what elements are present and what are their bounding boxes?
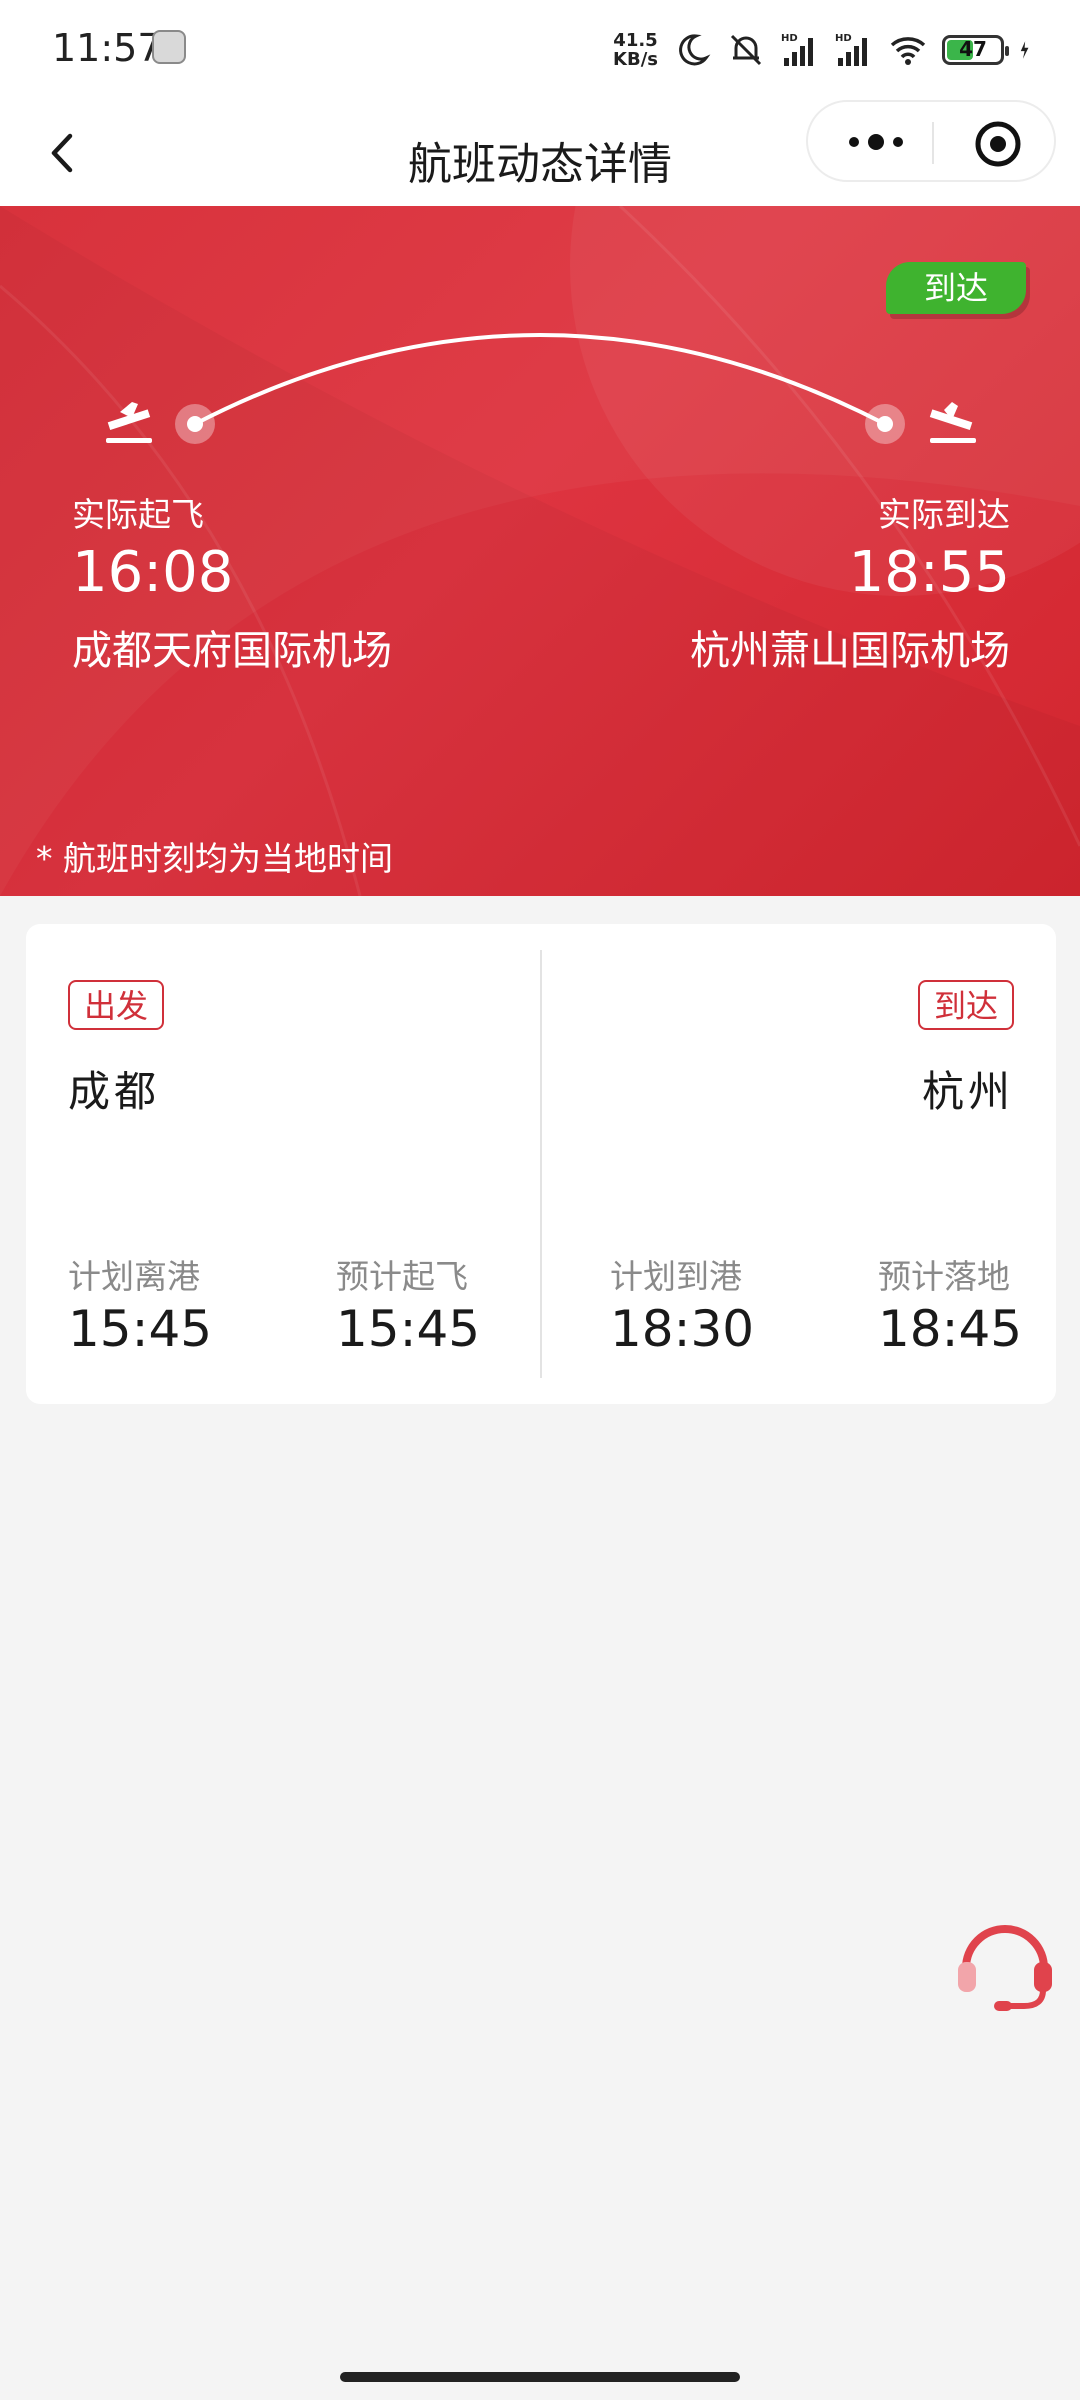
moon-icon bbox=[679, 34, 711, 66]
mini-program-capsule bbox=[806, 100, 1056, 182]
estimated-landing-time: 18:45 bbox=[878, 1300, 1023, 1358]
arrival-city: 杭州 bbox=[921, 1067, 1014, 1116]
wifi-icon bbox=[890, 37, 926, 65]
status-icons: 41.5 KB/s HD HD 47 bbox=[613, 26, 1040, 74]
flight-schedule-card: 出发 成都 计划离港 15:45 预计起飞 15:45 到达 杭州 计划到港 1… bbox=[26, 924, 1056, 1404]
signal-hd-icon: HD bbox=[835, 33, 867, 66]
battery-cap bbox=[1005, 46, 1009, 56]
estimated-takeoff-label: 预计起飞 bbox=[336, 1257, 468, 1296]
svg-text:HD: HD bbox=[781, 33, 798, 44]
customer-service-headset-icon[interactable] bbox=[950, 1906, 1060, 2016]
actual-departure-label: 实际起飞 bbox=[72, 495, 204, 534]
flight-status-banner: 到达 实际起飞 16:08 成都天府国际机场 实际到达 18:55 杭州萧山国际… bbox=[0, 206, 1080, 896]
local-time-note: * 航班时刻均为当地时间 bbox=[36, 839, 393, 878]
charging-icon bbox=[1020, 41, 1029, 59]
battery-indicator: 47 bbox=[942, 35, 1009, 65]
home-indicator[interactable] bbox=[340, 2372, 740, 2382]
departure-point bbox=[187, 416, 203, 432]
signal-hd-icon: HD bbox=[781, 33, 813, 66]
estimated-landing-label: 预计落地 bbox=[878, 1257, 1010, 1296]
actual-arrival-time: 18:55 bbox=[848, 540, 1010, 605]
network-speed-value: 41.5 bbox=[613, 30, 658, 51]
network-speed-unit: KB/s bbox=[613, 49, 658, 70]
arrival-tag: 到达 bbox=[917, 980, 1014, 1030]
takeoff-icon bbox=[106, 402, 152, 443]
actual-arrival-label: 实际到达 bbox=[878, 495, 1010, 534]
navigation-bar: 航班动态详情 bbox=[0, 100, 1080, 206]
planned-arrival-time: 18:30 bbox=[610, 1300, 755, 1358]
app-notification-icon bbox=[152, 30, 186, 64]
arrival-airport: 杭州萧山国际机场 bbox=[690, 628, 1010, 674]
landing-icon bbox=[929, 402, 976, 443]
svg-text:HD: HD bbox=[835, 33, 852, 44]
actual-departure-time: 16:08 bbox=[72, 540, 234, 605]
bell-muted-icon bbox=[730, 34, 762, 66]
close-mini-program-icon[interactable] bbox=[968, 114, 1028, 174]
planned-arrival-label: 计划到港 bbox=[610, 1257, 742, 1296]
battery-percent: 47 bbox=[959, 37, 987, 61]
departure-city: 成都 bbox=[68, 1067, 161, 1116]
card-divider bbox=[540, 950, 542, 1378]
departure-tag: 出发 bbox=[68, 980, 165, 1030]
planned-departure-time: 15:45 bbox=[68, 1300, 213, 1358]
status-time: 11:57 bbox=[52, 26, 162, 70]
more-options-icon[interactable] bbox=[836, 112, 916, 172]
planned-departure-label: 计划离港 bbox=[68, 1257, 200, 1296]
arrival-point bbox=[877, 416, 893, 432]
network-speed: 41.5 KB/s bbox=[613, 31, 658, 69]
capsule-divider bbox=[932, 122, 934, 164]
departure-airport: 成都天府国际机场 bbox=[72, 628, 392, 674]
estimated-takeoff-time: 15:45 bbox=[336, 1300, 481, 1358]
status-bar: 11:57 41.5 KB/s HD HD 47 bbox=[0, 0, 1080, 100]
